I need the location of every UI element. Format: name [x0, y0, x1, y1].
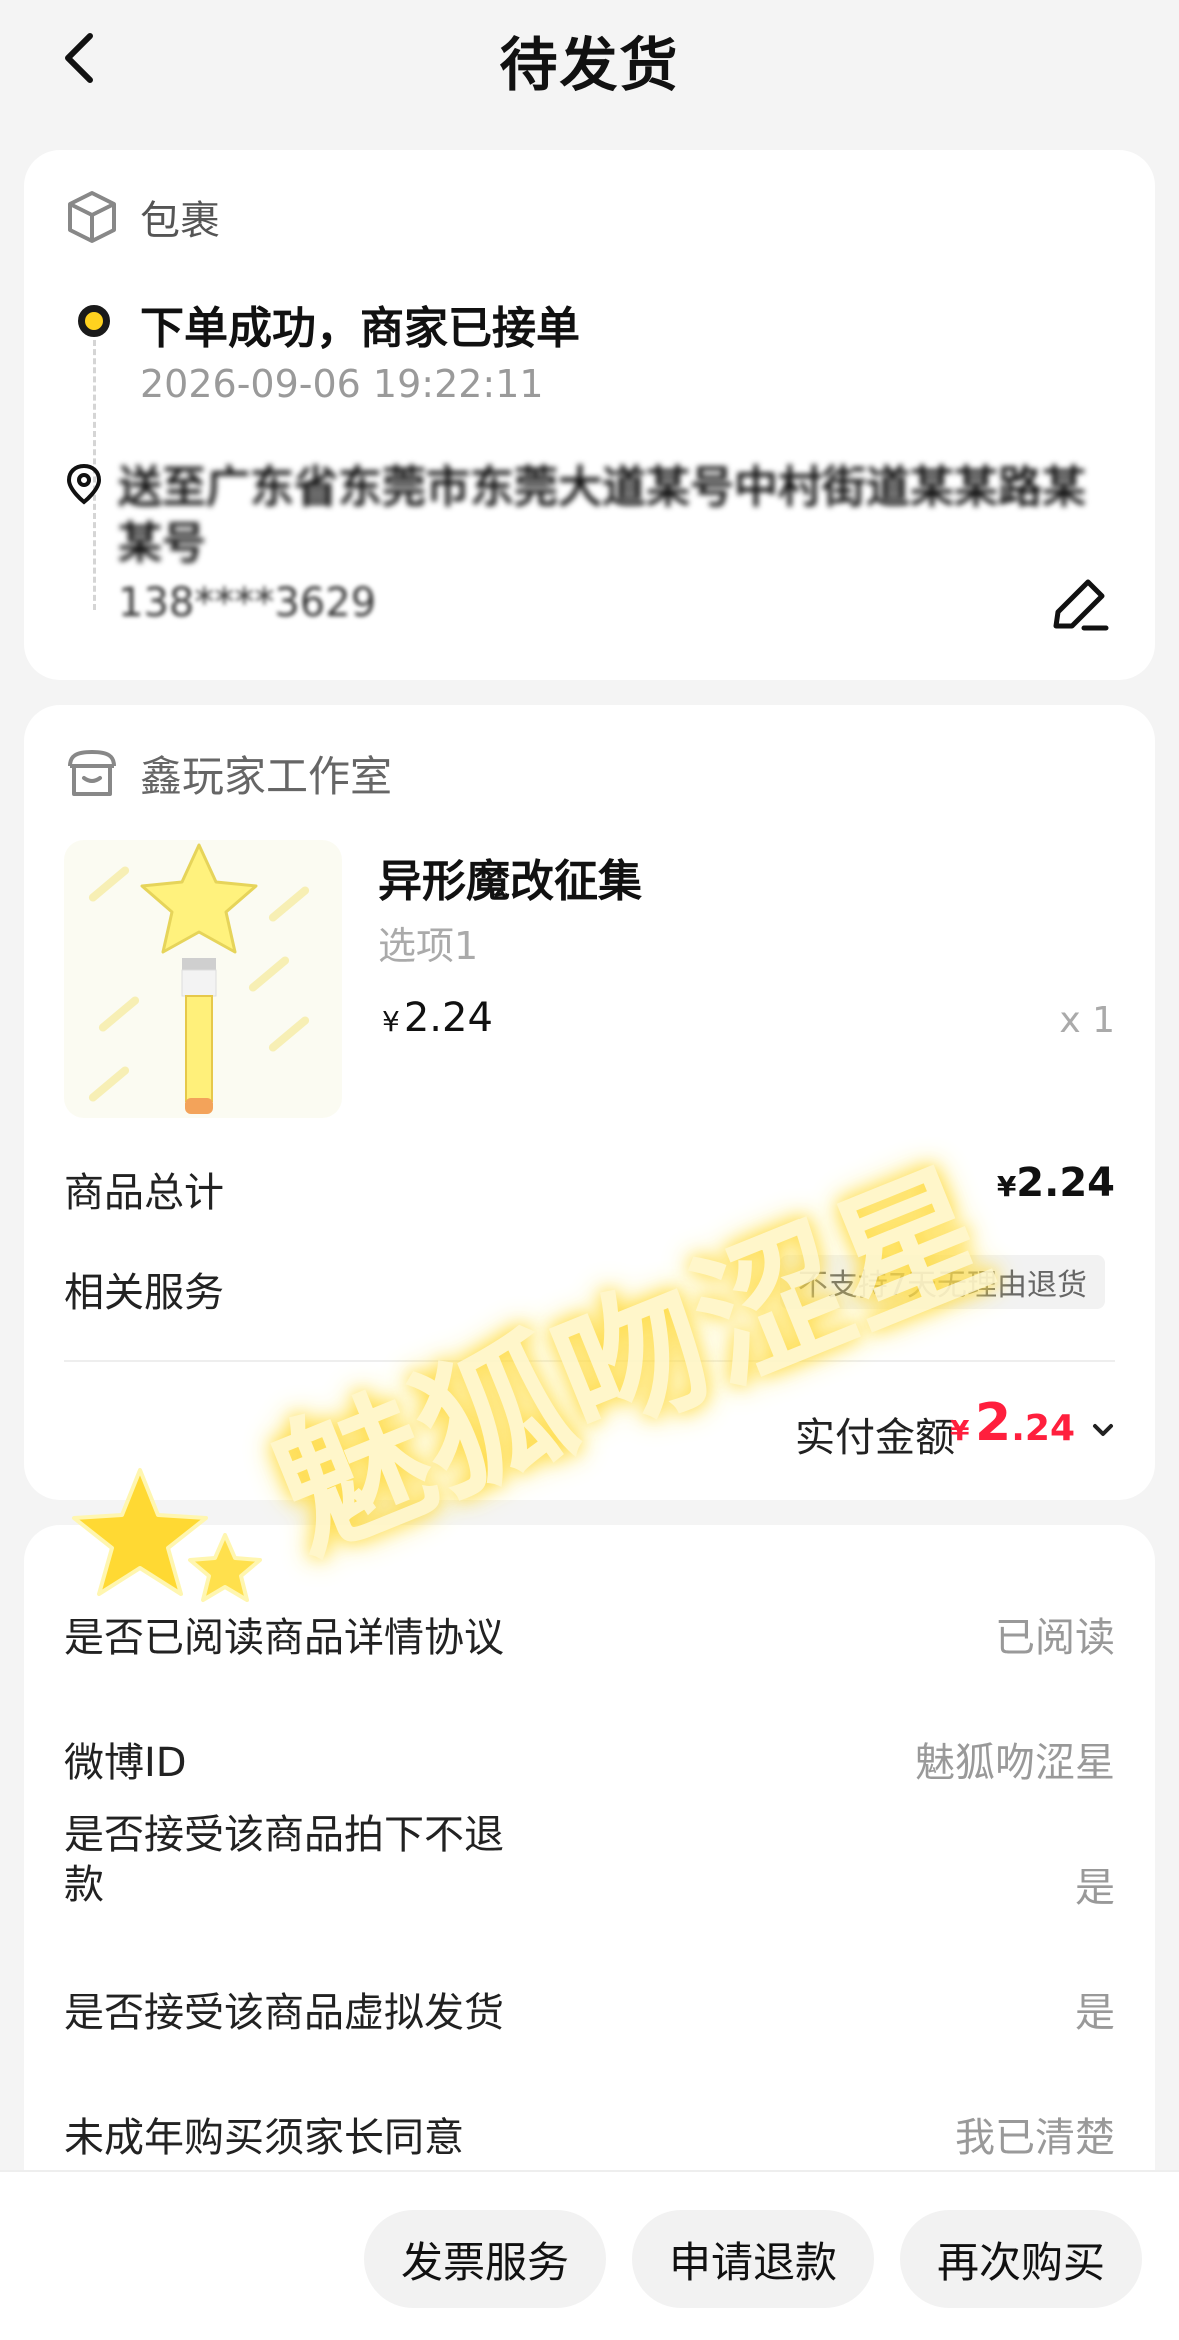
- order-status: 下单成功，商家已接单: [140, 303, 580, 354]
- top-bar: 待发货: [0, 0, 1179, 120]
- buy-again-button[interactable]: 再次购买: [900, 2210, 1142, 2308]
- shop-header[interactable]: 鑫玩家工作室: [64, 743, 392, 804]
- shop-store-icon: [68, 749, 116, 796]
- product-option: 选项1: [378, 924, 479, 968]
- info-row-value: 是: [1075, 1865, 1115, 1911]
- chevron-left-icon: [65, 33, 93, 83]
- request-refund-button[interactable]: 申请退款: [632, 2210, 874, 2308]
- chevron-down-icon: [1093, 1424, 1113, 1436]
- paid-amount: ¥ 2.24: [950, 1393, 1075, 1453]
- expand-payment-button[interactable]: [1091, 1420, 1115, 1444]
- info-row-label: 是否接受该商品拍下不退 款: [64, 1812, 504, 1908]
- edit-pencil-icon: [1053, 579, 1109, 631]
- product-image[interactable]: [64, 840, 342, 1118]
- invoice-service-button[interactable]: 发票服务: [364, 2210, 606, 2308]
- total-label: 商品总计: [64, 1170, 224, 1216]
- service-label: 相关服务: [64, 1270, 224, 1316]
- bottom-action-bar: 发票服务 申请退款 再次购买: [0, 2170, 1179, 2340]
- watermark-stars: [60, 1460, 280, 1634]
- total-value: ¥2.24: [997, 1160, 1115, 1206]
- timeline-dot: [78, 305, 110, 337]
- page-title: 待发货: [499, 31, 680, 99]
- currency-symbol: ¥: [949, 1414, 970, 1447]
- info-row-value: 已阅读: [995, 1615, 1115, 1661]
- recipient-phone: 138****3629: [118, 580, 377, 626]
- currency-symbol: ¥: [382, 1005, 400, 1038]
- paid-dec: .24: [1011, 1408, 1075, 1449]
- info-row-value: 我已清楚: [955, 2115, 1115, 2161]
- shop-name: 鑫玩家工作室: [140, 752, 393, 801]
- product-price: ¥2.24: [382, 995, 493, 1041]
- package-label: 包裹: [140, 198, 220, 244]
- info-row-label: 微博ID: [64, 1740, 187, 1786]
- info-row-value: 是: [1075, 1990, 1115, 2036]
- paid-int: 2: [975, 1393, 1012, 1453]
- info-row-label: 未成年购买须家长同意: [64, 2115, 464, 2161]
- back-button[interactable]: [48, 26, 112, 90]
- price-value: 2.24: [403, 995, 493, 1041]
- info-row-value: 魅狐吻涩星: [915, 1740, 1115, 1786]
- product-quantity: x 1: [1059, 1000, 1115, 1041]
- location-pin-icon: [64, 462, 104, 510]
- delivery-address: 送至广东省东莞市东莞大道某号中村街道某某路某某号: [118, 462, 1086, 569]
- edit-address-button[interactable]: [1044, 570, 1114, 640]
- package-box-icon: [68, 191, 116, 243]
- currency-symbol: ¥: [996, 1170, 1017, 1203]
- info-row-label: 是否接受该商品虚拟发货: [64, 1990, 504, 2036]
- product-name[interactable]: 异形魔改征集: [378, 845, 642, 909]
- paid-label: 实付金额: [795, 1415, 955, 1461]
- order-time: 2026-09-06 19:22:11: [140, 362, 544, 406]
- package-card: 包裹 下单成功，商家已接单 2026-09-06 19:22:11 送至广东省东…: [24, 150, 1155, 680]
- package-header: 包裹: [64, 188, 220, 246]
- total-amount: 2.24: [1016, 1160, 1115, 1206]
